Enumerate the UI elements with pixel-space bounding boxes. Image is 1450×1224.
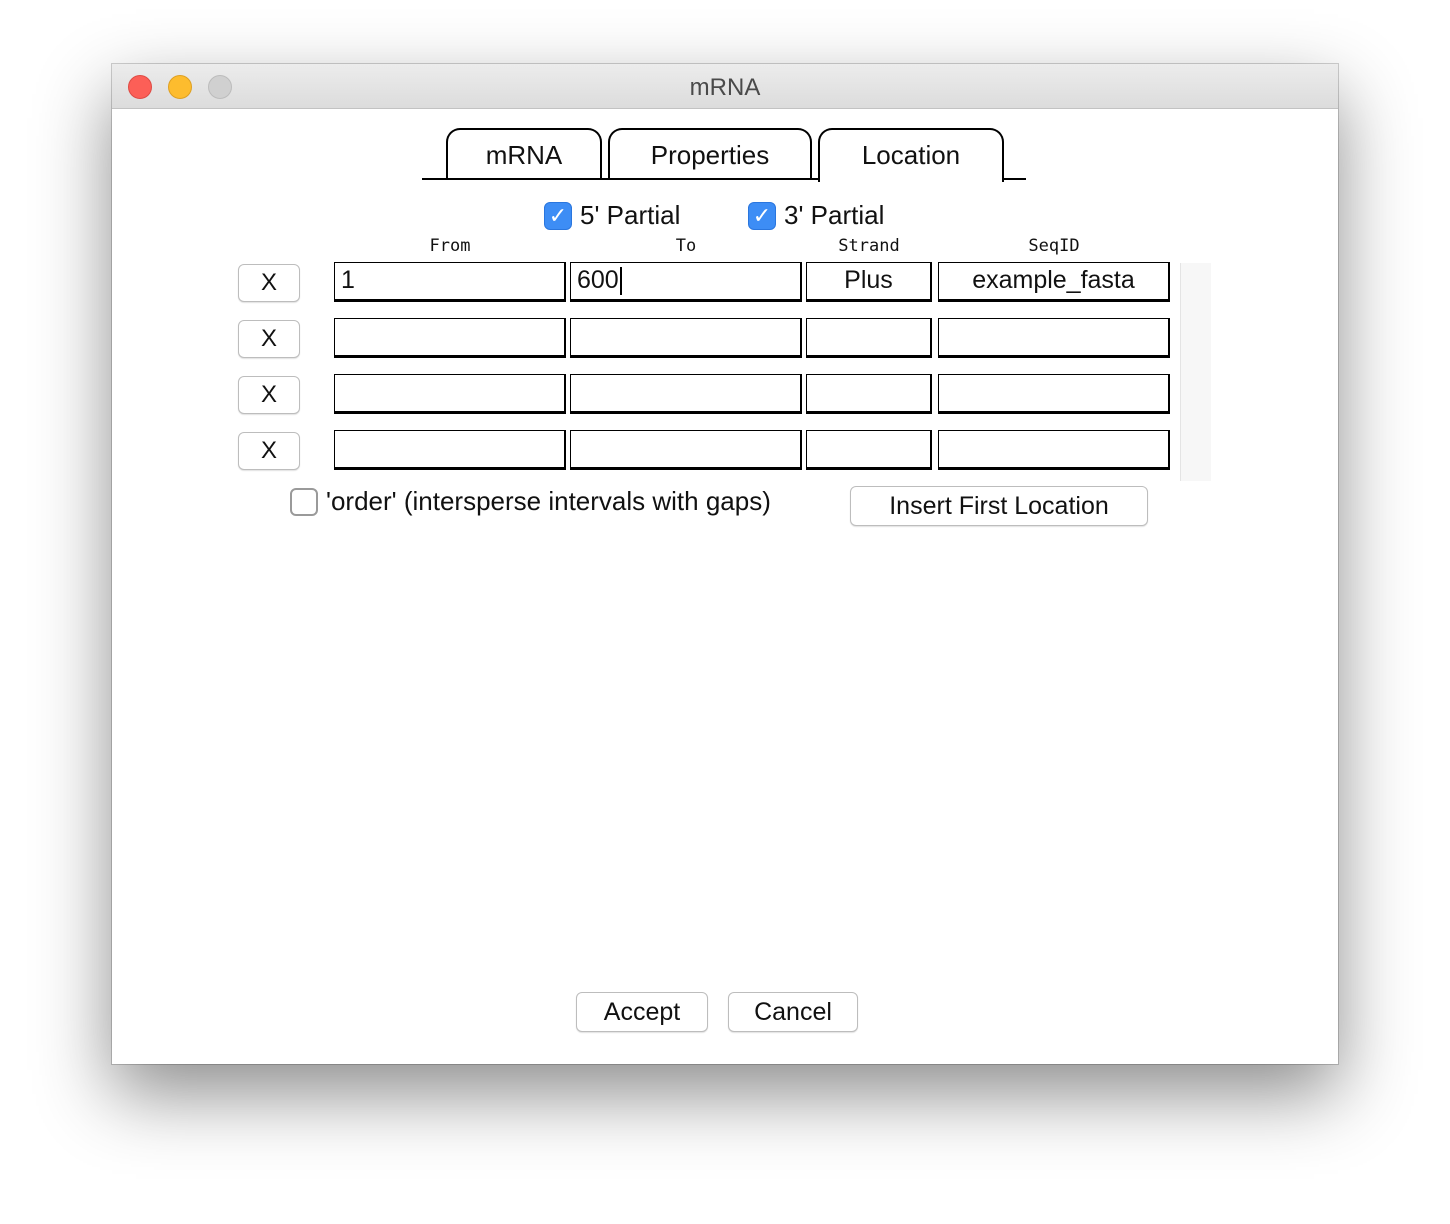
three-prime-partial-label[interactable]: 3' Partial <box>784 200 884 231</box>
text-cursor <box>619 267 622 296</box>
five-prime-partial-label[interactable]: 5' Partial <box>580 200 680 231</box>
strand-select[interactable] <box>806 374 932 414</box>
from-input[interactable] <box>334 374 566 414</box>
cancel-button[interactable]: Cancel <box>728 992 858 1032</box>
checkmark-icon: ✓ <box>752 203 772 228</box>
column-header-from: From <box>429 236 471 256</box>
mrna-dialog-window: mRNA mRNA Properties Location ✓ 5' Parti… <box>112 64 1338 1064</box>
to-input[interactable] <box>570 430 802 470</box>
strand-select[interactable] <box>806 318 932 358</box>
to-input[interactable] <box>570 374 802 414</box>
column-header-strand: Strand <box>838 236 900 256</box>
tab-mrna[interactable]: mRNA <box>446 128 602 178</box>
delete-row-button[interactable]: X <box>238 376 300 414</box>
insert-first-location-button[interactable]: Insert First Location <box>850 486 1148 526</box>
accept-button[interactable]: Accept <box>576 992 708 1032</box>
order-checkbox[interactable] <box>290 488 318 516</box>
strand-select[interactable]: Plus <box>806 262 932 302</box>
order-checkbox-label[interactable]: 'order' (intersperse intervals with gaps… <box>326 486 771 517</box>
tab-properties[interactable]: Properties <box>608 128 812 178</box>
delete-row-button[interactable]: X <box>238 264 300 302</box>
seqid-select[interactable] <box>938 318 1170 358</box>
seqid-select[interactable]: example_fasta <box>938 262 1170 302</box>
to-input[interactable] <box>570 318 802 358</box>
window-title: mRNA <box>689 74 761 101</box>
title-bar[interactable]: mRNA <box>112 64 1338 109</box>
delete-row-button[interactable]: X <box>238 320 300 358</box>
location-grid-scrollbar[interactable] <box>1180 263 1211 481</box>
seqid-select[interactable] <box>938 374 1170 414</box>
seqid-select[interactable] <box>938 430 1170 470</box>
checkmark-icon: ✓ <box>548 203 568 228</box>
to-input[interactable]: 600 <box>570 262 802 302</box>
tab-location[interactable]: Location <box>818 128 1004 182</box>
five-prime-partial-checkbox[interactable]: ✓ <box>544 202 572 230</box>
column-header-to: To <box>675 236 697 256</box>
strand-select[interactable] <box>806 430 932 470</box>
from-input[interactable] <box>334 318 566 358</box>
column-header-seqid: SeqID <box>1028 236 1080 256</box>
from-input[interactable] <box>334 430 566 470</box>
three-prime-partial-checkbox[interactable]: ✓ <box>748 202 776 230</box>
from-input[interactable]: 1 <box>334 262 566 302</box>
delete-row-button[interactable]: X <box>238 432 300 470</box>
